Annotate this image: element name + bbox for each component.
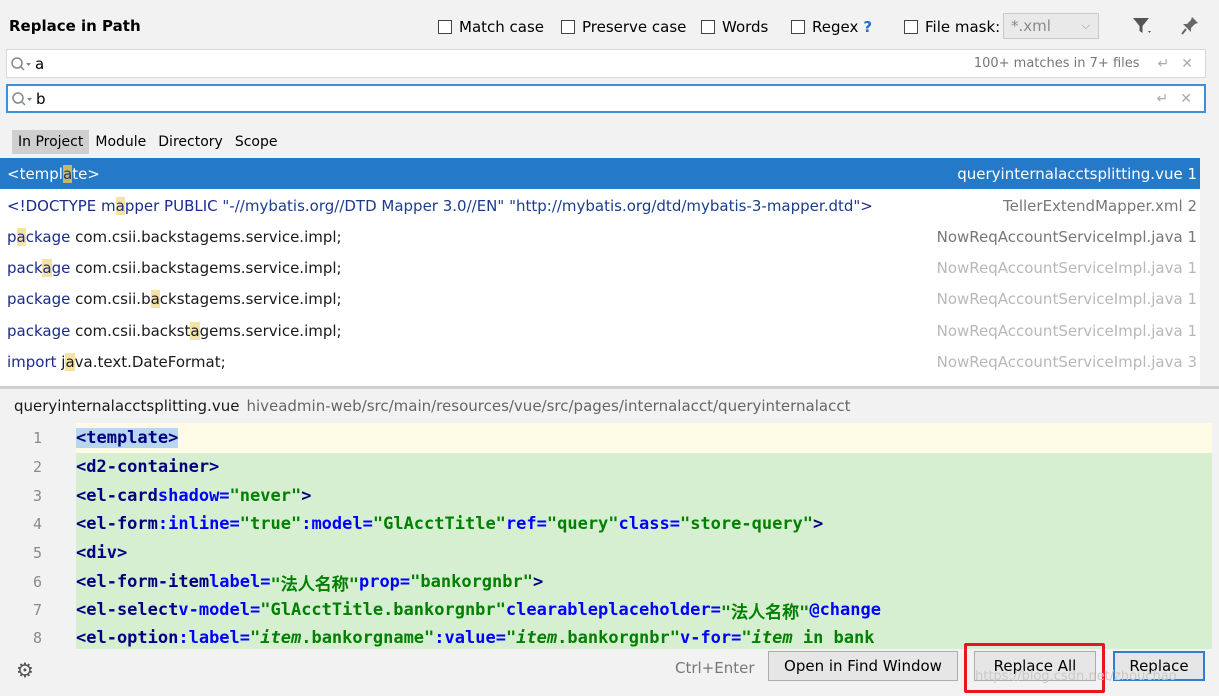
new-line-icon[interactable]: ↵ xyxy=(1157,91,1169,107)
filter-icon[interactable] xyxy=(1130,14,1154,42)
line-number: 5 xyxy=(32,544,42,562)
words-checkbox[interactable] xyxy=(701,20,715,34)
code-line: <template> xyxy=(76,428,179,448)
result-row[interactable]: <template> queryinternalacctsplitting.vu… xyxy=(0,158,1200,189)
line-number: 2 xyxy=(32,458,42,476)
regex-checkbox[interactable] xyxy=(791,20,805,34)
line-number: 3 xyxy=(32,487,42,505)
line-number: 8 xyxy=(32,629,42,647)
replace-field[interactable]: b ↵ ✕ xyxy=(6,84,1206,113)
regex-option[interactable]: Regex ? xyxy=(791,18,872,36)
result-text: <template> xyxy=(7,164,100,183)
code-preview[interactable]: 1 2 3 4 5 6 7 8 <template> <d2-container… xyxy=(0,423,1212,649)
open-in-find-window-button[interactable]: Open in Find Window xyxy=(768,651,958,681)
result-file: NowReqAccountServiceImpl.java 1 xyxy=(936,258,1197,277)
replace-history-icon[interactable] xyxy=(8,91,36,107)
file-mask-option[interactable]: File mask: xyxy=(904,18,1000,36)
match-case-checkbox[interactable] xyxy=(438,20,452,34)
tab-in-project[interactable]: In Project xyxy=(12,130,90,154)
result-file: NowReqAccountServiceImpl.java 1 xyxy=(936,289,1197,308)
preview-path-bar: queryinternalacctsplitting.vue hiveadmin… xyxy=(0,389,1219,423)
results-list[interactable]: <template> queryinternalacctsplitting.vu… xyxy=(0,158,1200,386)
result-text: package com.csii.backstagems.service.imp… xyxy=(7,258,342,277)
shortcut-hint: Ctrl+Enter xyxy=(675,659,755,677)
result-row[interactable]: <!DOCTYPE mapper PUBLIC "-//mybatis.org/… xyxy=(0,190,1200,221)
line-number: 4 xyxy=(32,515,42,533)
result-file: TellerExtendMapper.xml 2 xyxy=(1003,196,1197,215)
result-text: import java.text.DateFormat; xyxy=(7,352,226,371)
pin-icon[interactable] xyxy=(1180,15,1200,41)
result-file: NowReqAccountServiceImpl.java 1 xyxy=(936,321,1197,340)
tab-scope[interactable]: Scope xyxy=(229,130,284,154)
result-row[interactable]: package com.csii.backstagems.service.imp… xyxy=(0,283,1200,314)
preserve-case-checkbox[interactable] xyxy=(561,20,575,34)
result-file: NowReqAccountServiceImpl.java 1 xyxy=(936,227,1197,246)
file-mask-label: File mask: xyxy=(925,18,1001,36)
result-text: <!DOCTYPE mapper PUBLIC "-//mybatis.org/… xyxy=(7,196,873,215)
search-input[interactable]: a xyxy=(35,55,974,73)
search-field[interactable]: a 100+ matches in 7+ files ↵ ✕ xyxy=(6,49,1206,78)
code-line: <el-card shadow= "never" > xyxy=(76,486,312,506)
code-line: <d2-container> xyxy=(76,457,220,477)
preserve-case-label: Preserve case xyxy=(582,18,687,36)
result-row[interactable]: package com.csii.backstagems.service.imp… xyxy=(0,315,1200,346)
chevron-down-icon: ⌵ xyxy=(1081,19,1090,32)
match-case-label: Match case xyxy=(459,18,545,36)
regex-help-icon[interactable]: ? xyxy=(863,18,872,36)
tab-module[interactable]: Module xyxy=(89,130,152,154)
code-line: <el-form :inline= "true" :model= "GlAcctTi… xyxy=(76,514,824,534)
new-line-icon[interactable]: ↵ xyxy=(1158,56,1170,72)
current-line-highlight xyxy=(0,423,1212,453)
result-file: NowReqAccountServiceImpl.java 3 xyxy=(936,352,1197,371)
preserve-case-option[interactable]: Preserve case xyxy=(561,18,686,36)
preview-file-name: queryinternalacctsplitting.vue xyxy=(14,397,240,415)
result-text: package com.csii.backstagems.service.imp… xyxy=(7,321,342,340)
result-file: queryinternalacctsplitting.vue 1 xyxy=(957,164,1197,183)
line-number: 7 xyxy=(32,601,42,619)
code-line: <el-option :label= "item.bankorgname" :va… xyxy=(76,628,875,648)
dialog-title: Replace in Path xyxy=(9,17,141,35)
code-line: <el-select v-model= "GlAcctTitle.bankorgn… xyxy=(76,600,881,623)
file-mask-dropdown[interactable]: *.xml ⌵ xyxy=(1003,13,1099,39)
tab-directory[interactable]: Directory xyxy=(152,130,229,154)
replace-input[interactable]: b xyxy=(36,90,1157,108)
gear-icon[interactable]: ⚙ xyxy=(16,658,34,682)
result-row[interactable]: package com.csii.backstagems.service.imp… xyxy=(0,221,1200,252)
line-number: 1 xyxy=(32,429,42,447)
result-row[interactable]: import java.text.DateFormat; NowReqAccou… xyxy=(0,346,1200,377)
code-line: <div> xyxy=(76,543,128,563)
words-option[interactable]: Words xyxy=(701,18,768,36)
clear-replace-icon[interactable]: ✕ xyxy=(1180,91,1192,107)
line-number: 6 xyxy=(32,573,42,591)
preview-file-path: hiveadmin-web/src/main/resources/vue/src… xyxy=(246,397,851,415)
clear-search-icon[interactable]: ✕ xyxy=(1181,56,1193,72)
annotation-highlight-box xyxy=(964,643,1105,693)
search-history-icon[interactable] xyxy=(7,56,35,72)
words-label: Words xyxy=(722,18,769,36)
code-line: <el-form-item label= "法人名称" prop= "bankorg… xyxy=(76,572,544,595)
match-case-option[interactable]: Match case xyxy=(438,18,544,36)
regex-label: Regex xyxy=(812,18,859,36)
result-row[interactable]: package com.csii.backstagems.service.imp… xyxy=(0,252,1200,283)
result-text: package com.csii.backstagems.service.imp… xyxy=(7,289,342,308)
file-mask-value: *.xml xyxy=(1011,17,1051,35)
watermark: https://blog.csdn.net/zhouchao xyxy=(975,669,1177,684)
results-scrollbar[interactable] xyxy=(1200,158,1219,386)
file-mask-checkbox[interactable] xyxy=(904,20,918,34)
result-text: package com.csii.backstagems.service.imp… xyxy=(7,227,342,246)
scope-tabs: In Project Module Directory Scope xyxy=(12,128,283,156)
match-count: 100+ matches in 7+ files xyxy=(973,56,1140,71)
